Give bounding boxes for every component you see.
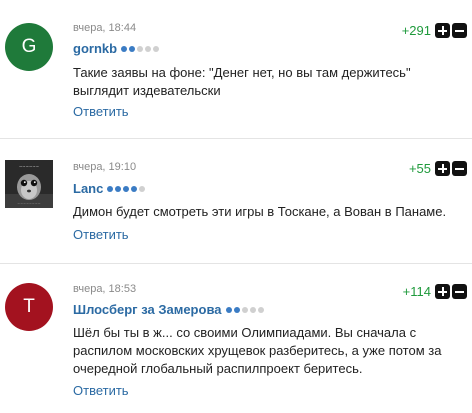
author-row: gornkb (73, 41, 160, 56)
rating-dot (145, 45, 152, 52)
reply-link[interactable]: Ответить (73, 104, 129, 119)
downvote-minus-icon[interactable] (452, 284, 467, 299)
avatar[interactable]: G (5, 23, 53, 71)
rating-dot (225, 306, 232, 313)
upvote-plus-icon[interactable] (435, 23, 450, 38)
comment-divider (0, 138, 472, 139)
rating-dot (115, 185, 122, 192)
rating-dot (131, 185, 138, 192)
avatar-letter: T (23, 296, 35, 317)
comment-divider (0, 263, 472, 264)
downvote-minus-icon[interactable] (452, 161, 467, 176)
upvote-plus-icon[interactable] (435, 161, 450, 176)
svg-text:~~~~~~: ~~~~~~ (19, 164, 39, 169)
user-rating-dots (121, 45, 160, 52)
comment-text: Димон будет смотреть эти игры в Тоскане,… (73, 204, 447, 219)
comment-timestamp: вчера, 18:53 (73, 283, 137, 295)
username[interactable]: Шлосберг за Замерова (73, 302, 222, 317)
vote-controls: +114 (403, 284, 467, 299)
username[interactable]: gornkb (73, 41, 117, 56)
avatar[interactable]: T (5, 283, 53, 331)
author-row: Lanc (73, 181, 146, 196)
svg-text:~~~~~~~~: ~~~~~~~~ (17, 202, 41, 206)
avatar[interactable]: ~~~~~~ ~~~~~~~~ (5, 160, 53, 208)
vote-score: +55 (408, 161, 431, 176)
user-rating-dots (225, 306, 264, 313)
comment-text: Такие заявы на фоне: "Денег нет, но вы т… (73, 65, 411, 98)
user-rating-dots (107, 185, 146, 192)
vote-controls: +55 (409, 161, 467, 176)
rating-dot (137, 45, 144, 52)
rating-dot (241, 306, 248, 313)
vote-score: +291 (401, 23, 431, 38)
downvote-minus-icon[interactable] (452, 23, 467, 38)
rating-dot (139, 185, 146, 192)
username[interactable]: Lanc (73, 181, 103, 196)
rating-dot (257, 306, 264, 313)
reply-link[interactable]: Ответить (73, 227, 129, 242)
author-row: Шлосберг за Замерова (73, 302, 264, 317)
comment-timestamp: вчера, 18:44 (73, 22, 137, 34)
avatar-letter: G (21, 36, 37, 57)
rating-dot (123, 185, 130, 192)
vote-score: +114 (402, 284, 431, 299)
vote-controls: +291 (402, 23, 467, 38)
rating-dot (233, 306, 240, 313)
rating-dot (121, 45, 128, 52)
upvote-plus-icon[interactable] (435, 284, 450, 299)
rating-dot (107, 185, 114, 192)
rating-dot (249, 306, 256, 313)
rating-dot (129, 45, 136, 52)
reply-link[interactable]: Ответить (73, 383, 129, 398)
comment-timestamp: вчера, 19:10 (73, 161, 137, 173)
rating-dot (153, 45, 160, 52)
avatar-photo-icon: ~~~~~~ ~~~~~~~~ (5, 160, 53, 208)
comment-text: Шёл бы ты в ж... со своими Олимпиадами. … (73, 325, 442, 376)
